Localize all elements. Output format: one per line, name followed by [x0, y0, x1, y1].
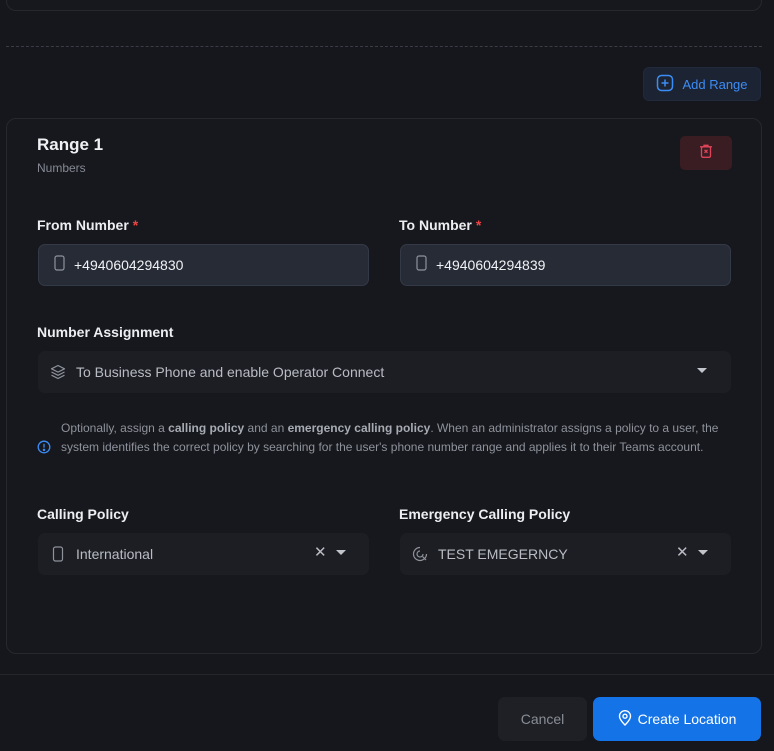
emergency-calling-policy-bold: emergency calling policy: [287, 421, 431, 435]
chevron-down-icon[interactable]: [698, 550, 708, 555]
phone-icon: [415, 254, 428, 276]
footer-divider: [0, 674, 774, 675]
plus-square-icon: [656, 74, 674, 95]
calling-policy-label: Calling Policy: [37, 506, 129, 522]
phone-icon: [50, 546, 66, 562]
add-range-label: Add Range: [682, 76, 748, 92]
policy-info: Optionally, assign a calling policy and …: [37, 419, 733, 456]
section-divider: [6, 46, 762, 47]
calling-policy-value: International: [76, 546, 154, 562]
to-number-label: To Number *: [399, 217, 481, 233]
clear-emergency-policy-icon[interactable]: ✕: [676, 544, 689, 562]
previous-section-card: [6, 0, 762, 11]
info-circle-icon: [37, 440, 51, 454]
calling-policy-bold: calling policy: [168, 421, 245, 435]
required-marker: *: [475, 217, 482, 233]
from-number-input[interactable]: +4940604294830: [38, 244, 369, 286]
number-assignment-value: To Business Phone and enable Operator Co…: [76, 364, 385, 380]
emergency-icon: [412, 546, 428, 562]
emergency-calling-policy-select[interactable]: TEST EMEGERNCY ✕: [400, 533, 731, 575]
range-title: Range 1: [37, 135, 104, 154]
add-range-button[interactable]: Add Range: [643, 67, 761, 101]
layers-icon: [50, 364, 66, 380]
trash-icon: [698, 143, 714, 164]
from-number-label: From Number *: [37, 217, 138, 233]
calling-policy-select[interactable]: International ✕: [38, 533, 369, 575]
create-location-button[interactable]: Create Location: [593, 697, 761, 741]
required-marker: *: [132, 217, 139, 233]
chevron-down-icon[interactable]: [697, 368, 707, 373]
to-number-label-text: To Number: [399, 217, 472, 233]
number-assignment-select[interactable]: To Business Phone and enable Operator Co…: [38, 351, 731, 393]
chevron-down-icon[interactable]: [336, 550, 346, 555]
to-number-value: +4940604294839: [436, 257, 546, 273]
to-number-input[interactable]: +4940604294839: [400, 244, 731, 286]
from-number-label-text: From Number: [37, 217, 129, 233]
cancel-button[interactable]: Cancel: [498, 697, 587, 741]
from-number-value: +4940604294830: [74, 257, 184, 273]
create-location-label: Create Location: [637, 711, 737, 727]
delete-range-button[interactable]: [680, 136, 732, 170]
map-pin-icon: [618, 709, 632, 729]
policy-info-text: Optionally, assign a calling policy and …: [61, 421, 719, 454]
range-subtitle: Numbers: [37, 161, 86, 175]
range-card: Range 1 Numbers From Number * +4940604294…: [6, 118, 762, 654]
emergency-calling-policy-label: Emergency Calling Policy: [399, 506, 571, 522]
clear-calling-policy-icon[interactable]: ✕: [314, 544, 327, 562]
emergency-calling-policy-value: TEST EMEGERNCY: [438, 546, 568, 562]
number-assignment-label: Number Assignment: [37, 324, 174, 340]
phone-icon: [53, 254, 66, 276]
